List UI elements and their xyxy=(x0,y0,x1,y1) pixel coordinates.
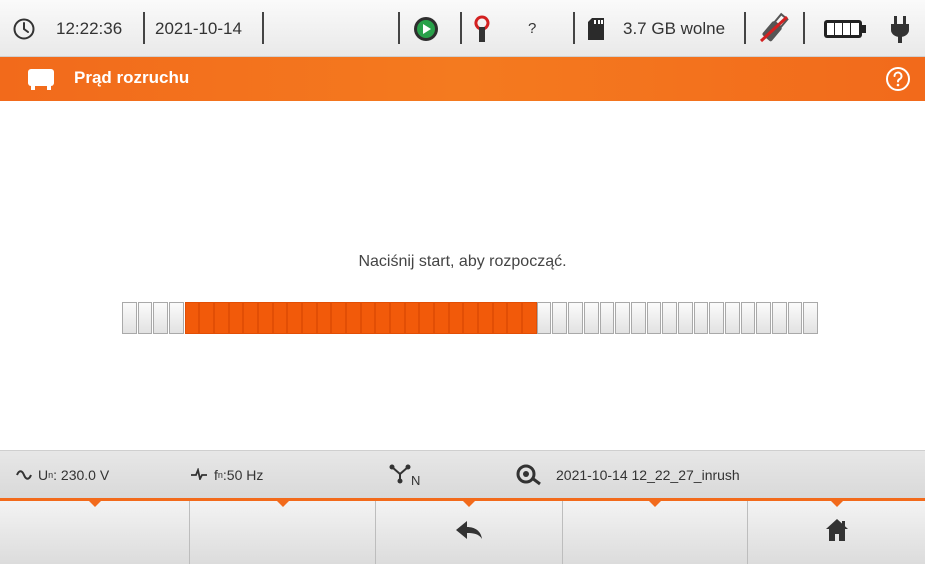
clock-time: 12:22:36 xyxy=(56,18,123,38)
progress-segment-empty xyxy=(599,302,615,334)
notch-marker xyxy=(649,501,661,507)
progress-segment-filled xyxy=(272,302,288,334)
separator xyxy=(262,12,264,44)
progress-segment-filled xyxy=(302,302,317,334)
progress-segment-empty xyxy=(693,302,709,334)
usb-disconnected-icon xyxy=(757,0,791,57)
sd-card-icon xyxy=(587,0,605,57)
page-title: Prąd rozruchu xyxy=(74,68,190,87)
progress-segment-filled xyxy=(434,302,449,334)
separator xyxy=(744,12,746,44)
progress-segment-empty xyxy=(740,302,756,334)
progress-segment-filled xyxy=(463,302,479,334)
clock-icon xyxy=(12,0,36,57)
progress-segment-empty xyxy=(568,302,583,334)
clock-date: 2021-10-14 xyxy=(155,18,242,38)
separator xyxy=(143,12,145,44)
notch-marker xyxy=(830,501,843,507)
progress-segment-empty xyxy=(756,302,771,334)
sine-wave-icon xyxy=(16,467,32,483)
frequency-pulse-icon xyxy=(190,466,208,483)
progress-segment-empty xyxy=(677,302,693,334)
progress-segment-filled xyxy=(214,302,229,334)
progress-segment-empty xyxy=(536,302,552,334)
clamp-recording-icon xyxy=(516,462,542,489)
device-icon xyxy=(26,67,56,96)
separator xyxy=(398,12,400,44)
voltage-value: : 230.0 V xyxy=(53,467,110,483)
progress-segment-filled xyxy=(258,302,273,334)
progress-segment-empty xyxy=(583,302,599,334)
function-key-1[interactable] xyxy=(0,501,190,564)
progress-segment-filled xyxy=(375,302,391,334)
status-bar: 12:22:36 2021-10-14 ? 3.7 GB wolne xyxy=(0,0,925,57)
progress-segment-filled xyxy=(419,302,435,334)
file-name: 2021-10-14 12_22_27_inrush xyxy=(556,467,740,483)
progress-segment-empty xyxy=(169,302,184,334)
progress-segment-empty xyxy=(724,302,740,334)
progress-segment-filled xyxy=(243,302,259,334)
progress-segment-empty xyxy=(646,302,662,334)
progress-segment-filled xyxy=(228,302,244,334)
function-key-4[interactable] xyxy=(563,501,748,564)
network-subscript: N xyxy=(411,472,421,488)
nominal-frequency: f n:50 Hz xyxy=(190,451,263,499)
play-record-icon[interactable] xyxy=(413,0,439,57)
recording-file: 2021-10-14 12_22_27_inrush xyxy=(516,451,740,499)
progress-segment-empty xyxy=(630,302,646,334)
progress-segment-filled xyxy=(492,302,508,334)
network-wye-icon xyxy=(389,464,411,487)
back-button[interactable] xyxy=(376,501,563,564)
progress-segment-filled xyxy=(199,302,215,334)
progress-segment-empty xyxy=(122,302,137,334)
separator xyxy=(803,12,805,44)
progress-segment-empty xyxy=(787,302,803,334)
function-keys xyxy=(0,501,925,564)
power-plug-icon xyxy=(889,0,911,57)
unknown-indicator: ? xyxy=(528,20,537,37)
progress-segment-empty xyxy=(552,302,568,334)
storage-free: 3.7 GB wolne xyxy=(623,18,726,38)
notch-marker xyxy=(463,501,475,507)
battery-full-icon xyxy=(823,0,867,57)
progress-segment-filled xyxy=(522,302,537,334)
progress-segment-empty xyxy=(803,302,818,334)
progress-bar xyxy=(122,302,819,334)
back-arrow-icon xyxy=(454,519,484,546)
home-button[interactable] xyxy=(748,501,925,564)
start-message: Naciśnij start, aby rozpocząć. xyxy=(358,253,567,270)
notch-marker xyxy=(88,501,101,507)
progress-segment-filled xyxy=(448,302,464,334)
notch-marker xyxy=(276,501,289,507)
separator xyxy=(573,12,575,44)
voltage-label: U xyxy=(38,467,49,483)
frequency-value: :50 Hz xyxy=(222,467,264,483)
progress-segment-empty xyxy=(662,302,677,334)
progress-segment-empty xyxy=(771,302,787,334)
nominal-voltage: Un: 230.0 V xyxy=(16,451,109,499)
info-bar: Un: 230.0 V f n:50 Hz N 2021-10-14 12_22_… xyxy=(0,450,925,498)
progress-segment-filled xyxy=(184,302,200,334)
title-bar: Prąd rozruchu xyxy=(0,57,925,101)
separator xyxy=(460,12,462,44)
home-icon xyxy=(825,518,849,547)
progress-segment-filled xyxy=(478,302,493,334)
progress-segment-empty xyxy=(153,302,169,334)
progress-segment-empty xyxy=(137,302,153,334)
progress-segment-filled xyxy=(331,302,347,334)
clamp-probe-icon xyxy=(472,0,492,57)
progress-segment-filled xyxy=(507,302,523,334)
progress-segment-empty xyxy=(709,302,724,334)
progress-segment-filled xyxy=(346,302,361,334)
progress-segment-filled xyxy=(390,302,405,334)
progress-segment-filled xyxy=(404,302,420,334)
help-icon[interactable] xyxy=(885,66,911,97)
progress-segment-empty xyxy=(615,302,630,334)
function-key-2[interactable] xyxy=(190,501,376,564)
progress-segment-filled xyxy=(287,302,303,334)
progress-segment-filled xyxy=(360,302,376,334)
progress-segment-filled xyxy=(316,302,332,334)
network-type: N xyxy=(389,451,420,499)
